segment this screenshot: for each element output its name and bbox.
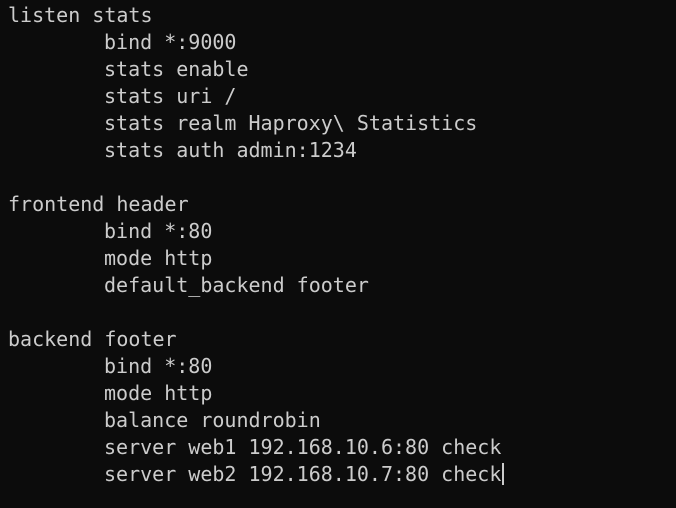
- config-line-server-web2: server web2 192.168.10.7:80 check: [8, 461, 676, 488]
- terminal-text-area[interactable]: listen stats bind *:9000 stats enable st…: [0, 0, 676, 508]
- config-line-frontend-mode: mode http: [104, 246, 213, 270]
- config-line-stats-uri: stats uri /: [104, 84, 237, 108]
- config-line-backend-mode: mode http: [104, 381, 213, 405]
- config-line-stats-enable: stats enable: [104, 57, 249, 81]
- config-line-stats-auth: stats auth admin:1234: [104, 138, 357, 162]
- config-line-backend-bind: bind *:80: [104, 354, 213, 378]
- config-line-server-web1: server web1 192.168.10.6:80 check: [104, 435, 502, 459]
- config-line-default-backend: default_backend footer: [104, 273, 369, 297]
- config-line-backend-footer: backend footer: [8, 327, 177, 351]
- config-line-bind-9000: bind *:9000: [104, 30, 237, 54]
- text-cursor: [502, 463, 505, 485]
- config-line-stats-realm: stats realm Haproxy\ Statistics: [104, 111, 478, 135]
- config-line-frontend-header: frontend header: [8, 192, 189, 216]
- config-line-server-web2-text: server web2 192.168.10.7:80 check: [104, 462, 502, 486]
- config-line-frontend-bind: bind *:80: [104, 219, 213, 243]
- config-line-listen-stats: listen stats: [8, 3, 153, 27]
- config-line-balance: balance roundrobin: [104, 408, 321, 432]
